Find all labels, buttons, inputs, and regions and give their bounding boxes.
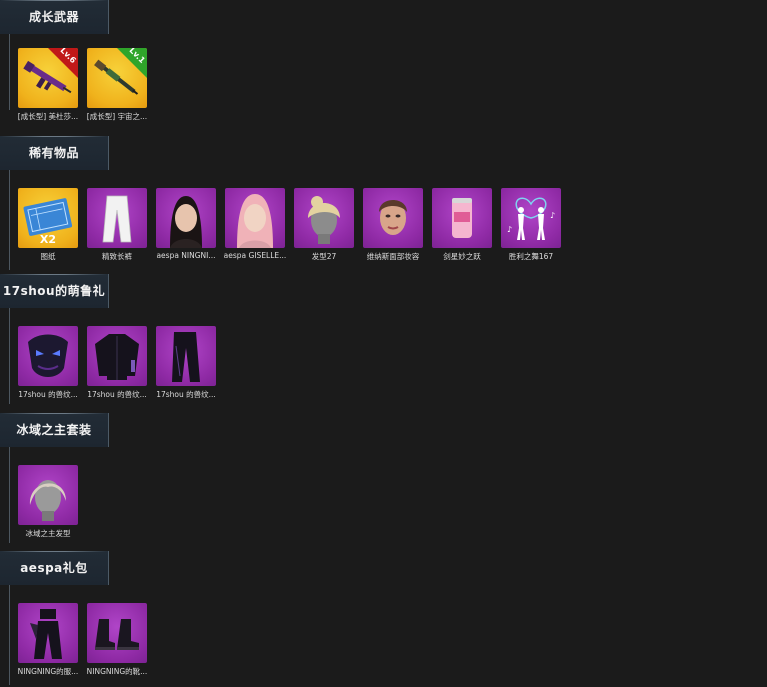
outfit-icon	[30, 609, 62, 659]
item-label: [成长型] 宇宙之...	[86, 112, 148, 121]
item-card[interactable]: 精致长裤	[87, 188, 147, 262]
svg-text:♪: ♪	[507, 225, 512, 234]
item-card[interactable]: NINGNING的靴...	[87, 603, 147, 677]
item-label: 图纸	[40, 252, 56, 261]
face-makeup-icon	[379, 200, 407, 235]
section-header: 稀有物品	[0, 136, 109, 170]
pants-icon	[102, 195, 132, 243]
item-card[interactable]: 维纳斯面部妆容	[363, 188, 423, 262]
item-label: 发型27	[311, 252, 337, 261]
item-label: aespa NINGNI...	[156, 251, 216, 260]
item-card[interactable]: NINGNING的服...	[18, 603, 78, 677]
item-card[interactable]: 剑星妙之跃	[432, 188, 492, 262]
item-label: 17shou 的兽纹...	[156, 390, 216, 399]
item-card[interactable]: 17shou 的兽纹...	[156, 326, 216, 400]
boots-icon	[95, 619, 139, 650]
section-header: 成长武器	[0, 0, 109, 34]
section-header: 冰域之主套装	[0, 413, 109, 447]
item-card[interactable]: 发型27	[294, 188, 354, 262]
item-label: 剑星妙之跃	[443, 252, 481, 261]
section-header: 17shou的萌鲁礼包	[0, 274, 109, 308]
section-title: 17shou的萌鲁礼包	[2, 284, 106, 332]
mask-icon	[28, 334, 68, 377]
character-face-icon	[237, 194, 273, 248]
section-header: aespa礼包	[0, 551, 109, 585]
item-label: 17shou 的兽纹...	[87, 390, 147, 399]
item-card[interactable]: 17shou 的兽纹...	[87, 326, 147, 400]
item-label: 冰域之主发型	[25, 529, 71, 538]
item-label: NINGNING的靴...	[86, 667, 148, 676]
svg-text:♪: ♪	[550, 211, 555, 220]
item-label: 17shou 的兽纹...	[18, 390, 78, 399]
item-card[interactable]: Lv.6 [成长型] 美杜莎...	[18, 48, 78, 122]
item-card[interactable]: aespa NINGNI...	[156, 188, 216, 262]
section-title: aespa礼包	[20, 561, 88, 575]
item-card[interactable]: aespa GISELLE...	[223, 188, 287, 262]
section-title: 稀有物品	[28, 146, 79, 160]
item-label: 胜利之舞167	[508, 252, 554, 261]
item-card[interactable]: X2 图纸	[18, 188, 78, 262]
item-label: 精致长裤	[102, 252, 132, 261]
item-label: aespa GISELLE...	[223, 251, 287, 260]
soda-can-icon	[452, 198, 472, 238]
item-card[interactable]: ♪ ♪ 胜利之舞167	[501, 188, 561, 262]
quantity-label: X2	[39, 233, 57, 246]
character-face-icon	[170, 196, 202, 248]
item-card[interactable]: 17shou 的兽纹...	[18, 326, 78, 400]
pants-icon	[172, 332, 200, 382]
item-card[interactable]: Lv.1 [成长型] 宇宙之...	[87, 48, 147, 122]
section-title: 成长武器	[28, 10, 79, 24]
section-title: 冰域之主套装	[16, 423, 92, 437]
item-card[interactable]: 冰域之主发型	[18, 465, 78, 539]
hairstyle-icon	[29, 480, 66, 521]
jacket-icon	[95, 334, 139, 380]
item-label: 维纳斯面部妆容	[366, 252, 420, 261]
item-label: NINGNING的服...	[17, 667, 79, 676]
hairstyle-icon	[308, 196, 340, 244]
dance-emote-icon: ♪ ♪	[507, 197, 555, 240]
item-label: [成长型] 美杜莎...	[17, 112, 79, 121]
